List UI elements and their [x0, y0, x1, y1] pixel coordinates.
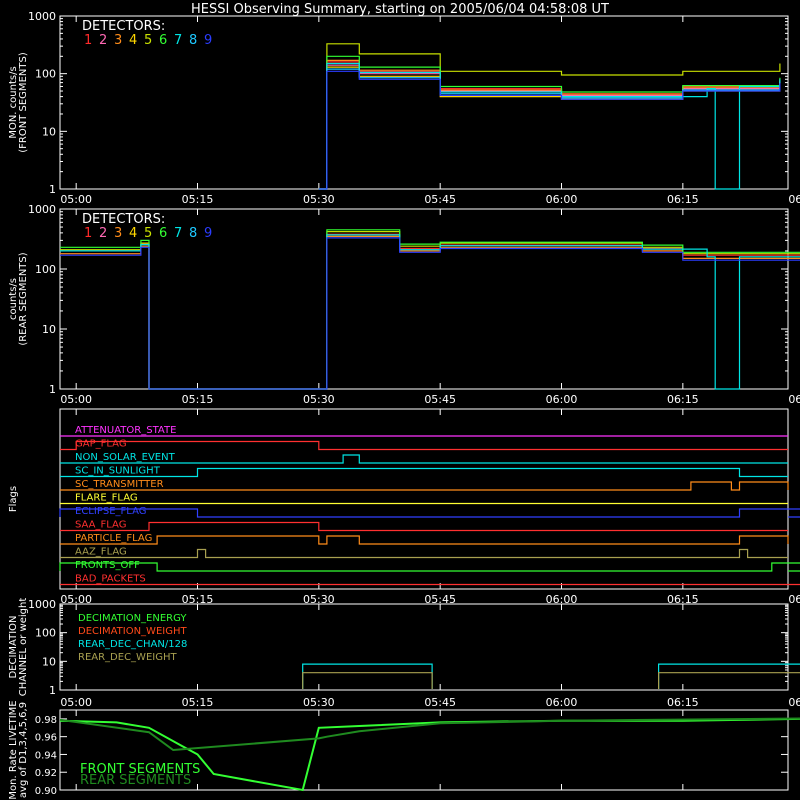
x-tick-label: 05:45	[424, 393, 456, 406]
y-tick-label: 10	[42, 655, 56, 668]
y-axis-label: avg of D1,3,4,5,6,9	[18, 702, 29, 798]
flag-label: FRONTS_OFF	[75, 560, 140, 571]
x-tick-label: 06:00	[546, 193, 578, 206]
x-tick-label: 06:30	[788, 593, 800, 606]
y-tick-label: 10	[42, 323, 56, 336]
x-tick-label: 05:45	[424, 193, 456, 206]
flag-label: BAD_PACKETS	[75, 574, 146, 585]
y-tick-label: 0.94	[35, 750, 57, 761]
x-tick-label: 06:30	[788, 393, 800, 406]
y-tick-label: 0.92	[35, 768, 57, 779]
flag-label: SC_TRANSMITTER	[75, 479, 164, 490]
y-tick-label: 1	[49, 383, 56, 396]
y-tick-label: 10	[42, 125, 56, 138]
y-tick-label: 0.98	[35, 715, 57, 726]
legend-detector-5: 5	[144, 226, 152, 241]
decimation-legend-entry: REAR_DEC_CHAN/128	[78, 639, 187, 650]
x-tick-label: 05:30	[303, 393, 335, 406]
legend-title: DETECTORS:	[82, 212, 165, 227]
y-tick-label: 100	[35, 68, 56, 81]
x-tick-label: 06:30	[788, 193, 800, 206]
legend-detector-6: 6	[159, 226, 167, 241]
x-tick-label: 06:00	[546, 696, 578, 709]
flag-label: AAZ_FLAG	[75, 547, 127, 558]
y-tick-label: 100	[35, 627, 56, 640]
legend-detector-3: 3	[114, 33, 122, 48]
y-axis-label: Flags	[8, 486, 19, 512]
x-tick-label: 05:00	[60, 193, 92, 206]
decimation-legend-entry: DECIMATION_ENERGY	[78, 613, 187, 624]
y-tick-label: 100	[35, 263, 56, 276]
x-tick-label: 05:00	[60, 393, 92, 406]
x-tick-label: 05:00	[60, 696, 92, 709]
figure-title: HESSI Observing Summary, starting on 200…	[191, 2, 609, 17]
y-tick-label: 1	[49, 684, 56, 697]
x-tick-label: 06:15	[667, 696, 699, 709]
x-tick-label: 05:15	[182, 696, 214, 709]
decimation-legend-entry: DECIMATION_WEIGHT	[78, 626, 187, 637]
y-tick-label: 1000	[28, 203, 56, 216]
legend-title: DETECTORS:	[82, 19, 165, 34]
y-axis-label: (REAR SEGMENTS)	[18, 252, 29, 345]
legend-detector-4: 4	[129, 33, 137, 48]
legend-detector-1: 1	[84, 33, 92, 48]
legend-detector-6: 6	[159, 33, 167, 48]
legend-detector-7: 7	[174, 33, 182, 48]
y-axis-label: (FRONT SEGMENTS)	[18, 52, 29, 153]
flag-label: GAP_FLAG	[75, 439, 127, 450]
livetime-legend-rear: REAR SEGMENTS	[80, 773, 191, 788]
flag-label: SAA_FLAG	[75, 520, 126, 531]
x-tick-label: 05:15	[182, 193, 214, 206]
legend-detector-5: 5	[144, 33, 152, 48]
flag-label: ATTENUATOR_STATE	[75, 425, 176, 436]
legend-detector-9: 9	[204, 226, 212, 241]
y-axis-label: CHANNEL or weight	[18, 598, 29, 697]
legend-detector-8: 8	[189, 33, 197, 48]
y-tick-label: 1000	[28, 10, 56, 23]
legend-detector-8: 8	[189, 226, 197, 241]
y-tick-label: 1	[49, 183, 56, 196]
legend-detector-2: 2	[99, 33, 107, 48]
x-tick-label: 05:15	[182, 393, 214, 406]
y-tick-label: 0.90	[35, 786, 57, 797]
x-tick-label: 06:15	[667, 393, 699, 406]
y-tick-label: 0.96	[35, 733, 57, 744]
legend-detector-1: 1	[84, 226, 92, 241]
flag-label: PARTICLE_FLAG	[75, 533, 152, 544]
legend-detector-4: 4	[129, 226, 137, 241]
x-tick-label: 05:30	[303, 193, 335, 206]
flag-label: ECLIPSE_FLAG	[75, 506, 146, 517]
flag-label: NON_SOLAR_EVENT	[75, 452, 176, 463]
flag-label: SC_IN_SUNLIGHT	[75, 466, 161, 477]
y-tick-label: 1000	[28, 598, 56, 611]
hessi-summary-figure: HESSI Observing Summary, starting on 200…	[0, 0, 800, 800]
flag-label: FLARE_FLAG	[75, 493, 138, 504]
legend-detector-3: 3	[114, 226, 122, 241]
decimation-legend-entry: REAR_DEC_WEIGHT	[78, 652, 177, 663]
x-tick-label: 06:00	[546, 393, 578, 406]
x-tick-label: 05:30	[303, 696, 335, 709]
legend-detector-2: 2	[99, 226, 107, 241]
x-tick-label: 06:30	[788, 696, 800, 709]
x-tick-label: 05:45	[424, 696, 456, 709]
x-tick-label: 06:15	[667, 193, 699, 206]
legend-detector-9: 9	[204, 33, 212, 48]
legend-detector-7: 7	[174, 226, 182, 241]
